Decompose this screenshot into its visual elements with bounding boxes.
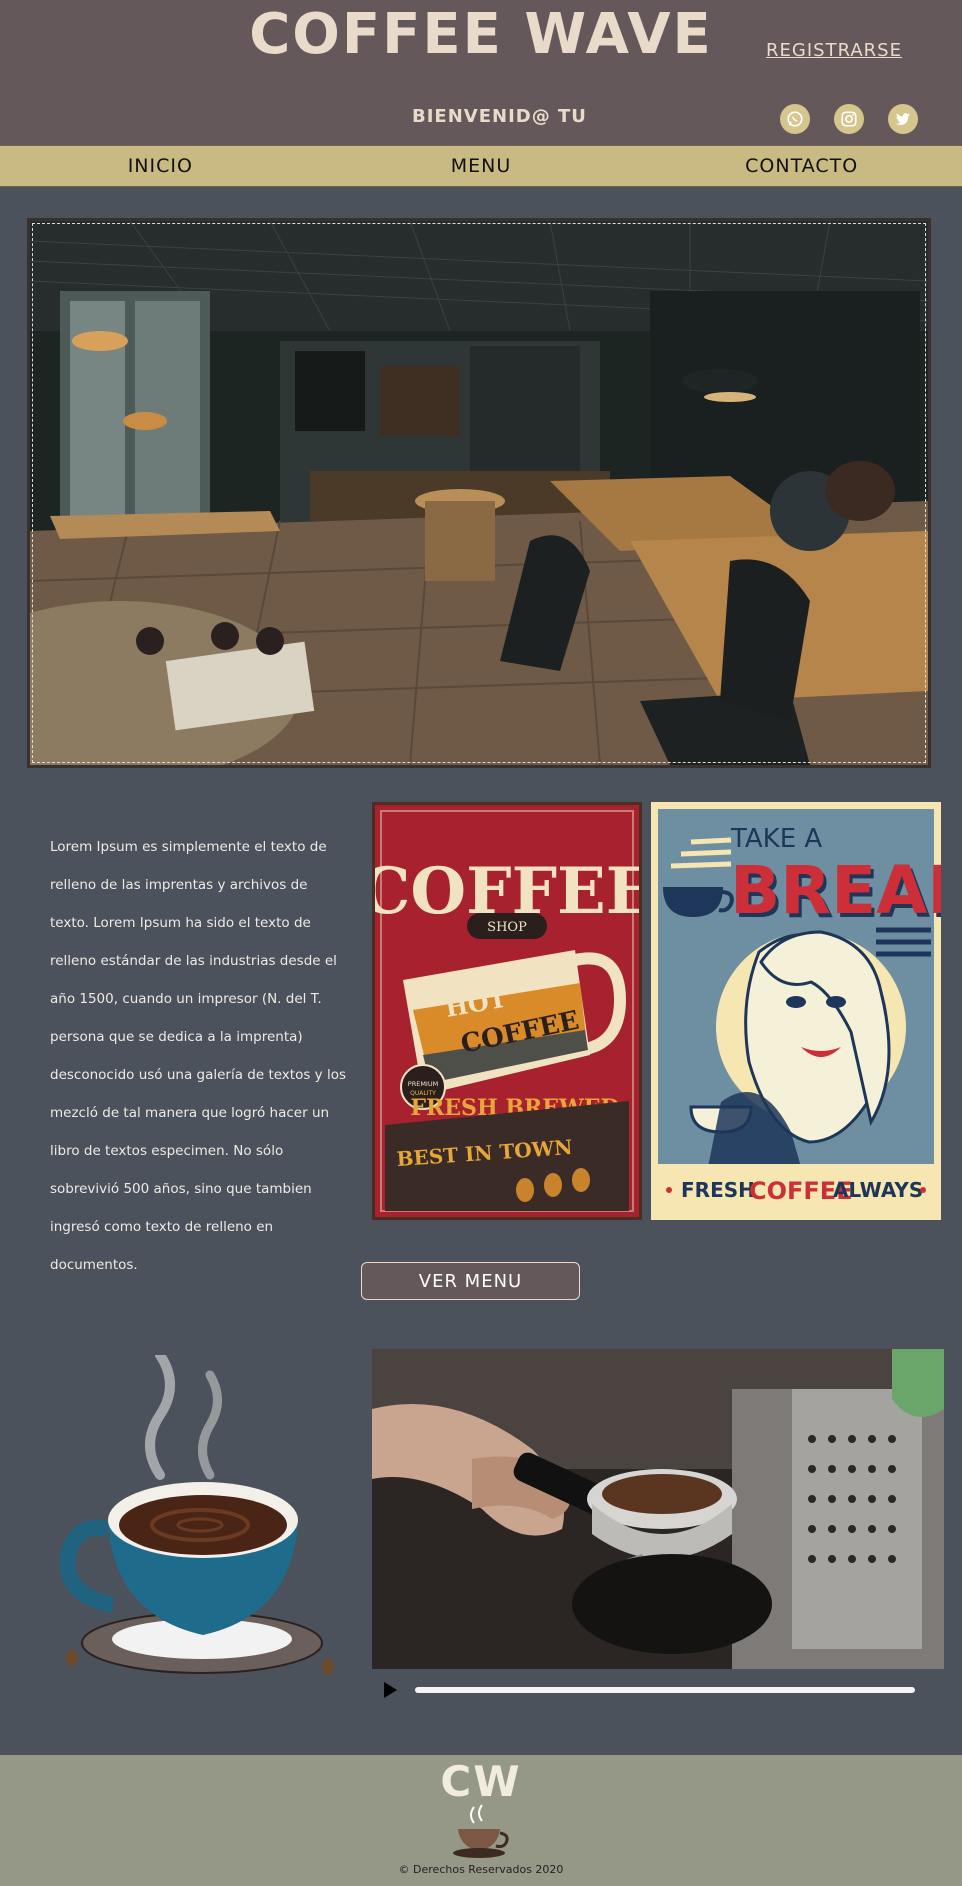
poster-break: BREAK bbox=[730, 852, 941, 929]
play-icon[interactable] bbox=[384, 1682, 397, 1698]
hero-image bbox=[27, 218, 931, 768]
poster-shop-badge: SHOP bbox=[487, 920, 527, 935]
poster-seal-premium: PREMIUM bbox=[408, 1080, 438, 1088]
poster-footer-fresh: FRESH bbox=[681, 1178, 755, 1202]
site-header: COFFEE WAVE REGISTRARSE BIENVENID@ TU bbox=[0, 0, 962, 145]
intro-paragraph: Lorem Ipsum es simplemente el texto de r… bbox=[50, 839, 346, 1273]
nav-item-inicio[interactable]: INICIO bbox=[0, 146, 321, 186]
social-links bbox=[780, 104, 918, 134]
poster-take-a: TAKE A bbox=[730, 824, 822, 854]
nav-item-contacto[interactable]: CONTACTO bbox=[641, 146, 962, 186]
poster-footer-always: ALWAYS bbox=[833, 1178, 923, 1202]
register-link[interactable]: REGISTRARSE bbox=[766, 40, 902, 61]
take-a-break-poster: TAKE A BREAK BREAK FRESH COFFEE ALWAYS bbox=[651, 802, 941, 1220]
copyright-text: © Derechos Reservados 2020 bbox=[398, 1863, 564, 1876]
site-footer: CW © Derechos Reservados 2020 bbox=[0, 1755, 962, 1886]
twitter-icon[interactable] bbox=[888, 104, 918, 134]
instagram-icon[interactable] bbox=[834, 104, 864, 134]
video-player[interactable] bbox=[372, 1349, 944, 1669]
view-menu-button[interactable]: VER MENU bbox=[361, 1262, 580, 1300]
hero-frame bbox=[32, 223, 926, 763]
main-nav: INICIO MENU CONTACTO bbox=[0, 145, 962, 187]
video-progress-bar[interactable] bbox=[415, 1687, 915, 1693]
coffee-cup-illustration bbox=[50, 1350, 350, 1685]
coffee-cup-icon bbox=[453, 1804, 509, 1858]
footer-logo: CW bbox=[440, 1757, 522, 1806]
whatsapp-icon[interactable] bbox=[780, 104, 810, 134]
nav-item-menu[interactable]: MENU bbox=[321, 146, 642, 186]
coffee-shop-poster: COFFEE SHOP HOT COFFEE PREMIUM QUALITY F… bbox=[372, 802, 642, 1220]
welcome-text: BIENVENID@ TU bbox=[412, 106, 587, 127]
video-controls bbox=[372, 1672, 944, 1708]
